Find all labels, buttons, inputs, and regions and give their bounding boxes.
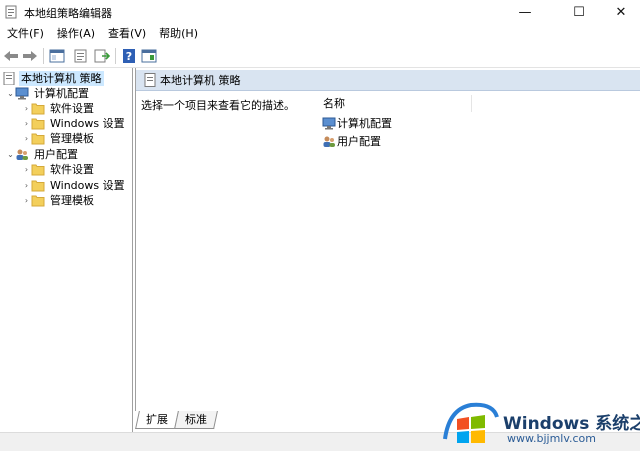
folder-icon bbox=[31, 118, 45, 130]
policy-editor-app-icon bbox=[5, 5, 17, 19]
tree-item-label: 计算机配置 bbox=[34, 87, 89, 100]
tab-standard[interactable]: 标准 bbox=[174, 411, 218, 429]
show-hide-action-pane-icon bbox=[141, 49, 157, 63]
details-header: 本地计算机 策略 bbox=[136, 70, 640, 91]
users-icon bbox=[16, 149, 28, 160]
forward-icon bbox=[23, 51, 37, 61]
back-button[interactable] bbox=[2, 47, 20, 65]
tree-item-software-settings[interactable]: › 软件设置 bbox=[22, 162, 96, 177]
details-header-title: 本地计算机 策略 bbox=[160, 74, 241, 87]
folder-icon bbox=[31, 195, 45, 207]
chevron-down-icon[interactable]: ⌄ bbox=[6, 89, 15, 98]
policy-document-icon bbox=[144, 73, 156, 87]
policy-document-icon bbox=[3, 72, 15, 85]
tab-extended[interactable]: 扩展 bbox=[135, 411, 179, 429]
column-header-name[interactable]: 名称 bbox=[322, 95, 472, 112]
minimize-icon: — bbox=[518, 4, 532, 20]
details-pane: 本地计算机 策略 选择一个项目来查看它的描述。 名称 计算机配置 用户配置 bbox=[135, 68, 640, 411]
folder-icon bbox=[31, 180, 45, 192]
description-hint: 选择一个项目来查看它的描述。 bbox=[141, 99, 295, 112]
tree-item-label: 本地计算机 策略 bbox=[19, 71, 104, 86]
tree-item-admin-templates[interactable]: › 管理模板 bbox=[22, 131, 96, 146]
watermark-title: Windows 系统之家 bbox=[503, 414, 640, 434]
svg-text:?: ? bbox=[126, 50, 132, 63]
tree-item-label: 管理模板 bbox=[50, 194, 94, 207]
help-icon: ? bbox=[123, 49, 135, 63]
properties-icon bbox=[74, 49, 87, 63]
column-header-label: 名称 bbox=[323, 97, 345, 110]
tree-item-windows-settings[interactable]: › Windows 设置 bbox=[22, 178, 127, 193]
close-icon: ✕ bbox=[615, 4, 627, 20]
menu-bar: 文件(F) 操作(A) 查看(V) 帮助(H) bbox=[0, 24, 640, 44]
close-button[interactable]: ✕ bbox=[598, 0, 640, 24]
tree-item-software-settings[interactable]: › 软件设置 bbox=[22, 101, 96, 116]
tree-item-label: Windows 设置 bbox=[50, 117, 125, 130]
windows-logo-icon bbox=[443, 402, 499, 443]
tree-item-computer-config[interactable]: ⌄ 计算机配置 bbox=[6, 86, 91, 101]
export-list-button[interactable] bbox=[93, 47, 111, 65]
menu-file[interactable]: 文件(F) bbox=[0, 24, 50, 44]
computer-icon bbox=[15, 87, 29, 100]
folder-icon bbox=[31, 133, 45, 145]
export-list-icon bbox=[94, 49, 110, 63]
show-hide-action-pane-button[interactable] bbox=[140, 47, 158, 65]
tree-item-label: 软件设置 bbox=[50, 102, 94, 115]
chevron-right-icon[interactable]: › bbox=[22, 181, 31, 190]
chevron-right-icon[interactable]: › bbox=[22, 104, 31, 113]
watermark: Windows 系统之家 www.bjjmlv.com bbox=[437, 395, 640, 451]
tree-item-root[interactable]: 本地计算机 策略 bbox=[2, 71, 104, 86]
maximize-button[interactable]: ☐ bbox=[556, 0, 602, 24]
computer-icon bbox=[322, 117, 336, 129]
chevron-right-icon[interactable]: › bbox=[22, 165, 31, 174]
menu-action[interactable]: 操作(A) bbox=[50, 24, 101, 44]
toolbar: ? bbox=[0, 44, 640, 68]
menu-view[interactable]: 查看(V) bbox=[101, 24, 152, 44]
tab-label: 标准 bbox=[185, 413, 207, 426]
folder-icon bbox=[31, 103, 45, 115]
show-hide-tree-button[interactable] bbox=[48, 47, 66, 65]
maximize-icon: ☐ bbox=[573, 4, 585, 20]
view-tabs: 扩展 标准 bbox=[135, 411, 218, 431]
list-item-computer-config[interactable]: 计算机配置 bbox=[322, 115, 392, 131]
toolbar-separator bbox=[115, 48, 116, 64]
help-button[interactable]: ? bbox=[120, 47, 138, 65]
tree-item-windows-settings[interactable]: › Windows 设置 bbox=[22, 116, 127, 131]
tree-item-label: Windows 设置 bbox=[50, 179, 125, 192]
tab-label: 扩展 bbox=[146, 413, 168, 426]
tree-item-label: 软件设置 bbox=[50, 163, 94, 176]
toolbar-separator bbox=[43, 48, 44, 64]
back-icon bbox=[4, 51, 18, 61]
list-item-label: 计算机配置 bbox=[337, 117, 392, 130]
menu-help[interactable]: 帮助(H) bbox=[152, 24, 204, 44]
tree-item-label: 管理模板 bbox=[50, 132, 94, 145]
tree-item-label: 用户配置 bbox=[34, 148, 78, 161]
properties-button[interactable] bbox=[72, 47, 90, 65]
chevron-right-icon[interactable]: › bbox=[22, 196, 31, 205]
show-hide-tree-icon bbox=[49, 49, 65, 63]
list-item-user-config[interactable]: 用户配置 bbox=[322, 133, 381, 149]
watermark-url: www.bjjmlv.com bbox=[507, 432, 596, 445]
minimize-button[interactable]: — bbox=[502, 0, 548, 24]
tree-item-user-config[interactable]: ⌄ 用户配置 bbox=[6, 147, 80, 162]
list-item-label: 用户配置 bbox=[337, 135, 381, 148]
chevron-right-icon[interactable]: › bbox=[22, 119, 31, 128]
console-tree: 本地计算机 策略 ⌄ 计算机配置 › 软件设置 › Windows 设置 › 管… bbox=[0, 68, 133, 432]
chevron-right-icon[interactable]: › bbox=[22, 134, 31, 143]
title-bar: 本地组策略编辑器 — ☐ ✕ bbox=[0, 0, 640, 24]
tree-item-admin-templates[interactable]: › 管理模板 bbox=[22, 193, 96, 208]
forward-button[interactable] bbox=[21, 47, 39, 65]
window-title: 本地组策略编辑器 bbox=[24, 7, 112, 20]
folder-icon bbox=[31, 164, 45, 176]
users-icon bbox=[323, 136, 335, 147]
chevron-down-icon[interactable]: ⌄ bbox=[6, 150, 15, 159]
